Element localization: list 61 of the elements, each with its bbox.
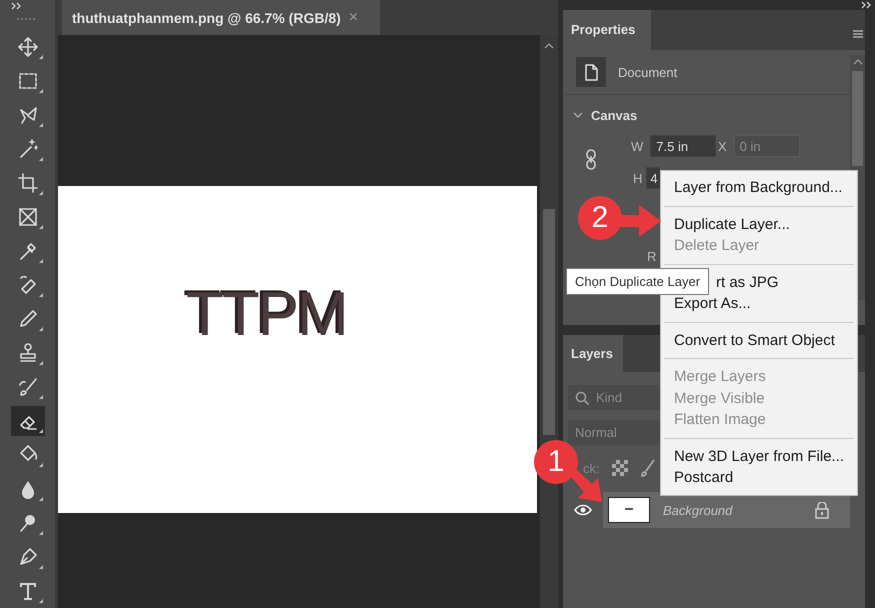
scroll-thumb[interactable] (852, 71, 863, 166)
marquee-icon (16, 70, 38, 92)
corner-icon (38, 463, 42, 467)
field-label: R (647, 249, 658, 264)
expand-icon[interactable] (11, 2, 21, 10)
menu-item[interactable]: Layer from Background... (661, 177, 857, 198)
grip-icon (17, 18, 37, 21)
field-label: X (718, 138, 727, 154)
search-icon (575, 391, 589, 405)
tooltip: Chọn Duplicate Layer (566, 268, 710, 295)
brush-icon (16, 376, 38, 398)
corner-icon (38, 55, 42, 59)
target-label: Document (618, 64, 678, 80)
layer-row[interactable]: Background (603, 492, 850, 528)
field-label: W (631, 138, 644, 154)
corner-icon (38, 123, 42, 127)
corner-icon (38, 395, 42, 399)
eye-icon[interactable] (574, 503, 592, 517)
document-title: thuthuatphanmem.png @ 66.7% (RGB/8) (72, 10, 341, 26)
layer-name: Background (663, 502, 732, 518)
section-title: Canvas (591, 108, 638, 122)
scroll-thumb[interactable] (543, 209, 555, 435)
corner-icon (38, 157, 42, 161)
layers-tab[interactable]: Layers (563, 335, 623, 372)
menu-item[interactable]: Postcard (661, 467, 857, 488)
input-field[interactable]: 4 (646, 167, 660, 189)
layer-thumbnail (608, 497, 650, 523)
document-tab[interactable]: thuthuatphanmem.png @ 66.7% (RGB/8) × (62, 0, 380, 35)
corner-icon (38, 259, 42, 263)
brush-icon[interactable] (640, 459, 656, 477)
corner-icon (38, 89, 42, 93)
lock-icon[interactable] (814, 502, 830, 518)
field-label: H (633, 170, 642, 186)
menu-item[interactable]: Convert to Smart Object (661, 330, 857, 351)
corner-icon (38, 531, 42, 535)
corner-icon (38, 225, 42, 229)
corner-icon (38, 565, 42, 569)
link-icon[interactable] (585, 149, 597, 170)
expand-icon[interactable] (861, 1, 871, 9)
menu-item[interactable]: New 3D Layer from File... (661, 446, 857, 467)
chevron-icon[interactable] (573, 112, 583, 118)
corner-icon (38, 293, 42, 297)
corner-icon (38, 327, 42, 331)
menu-item[interactable]: Export As... (661, 293, 857, 314)
document-icon (584, 64, 598, 80)
corner-icon (38, 191, 42, 195)
corner-icon (38, 361, 42, 365)
crop-icon (16, 172, 38, 194)
corner-icon (38, 497, 42, 501)
menu-icon[interactable] (853, 30, 863, 38)
scroll-up-icon[interactable] (544, 43, 554, 49)
eraser-tool-button[interactable] (10, 406, 44, 436)
frame-icon (16, 206, 38, 228)
properties-tab[interactable]: Properties (563, 10, 651, 50)
corner-icon (38, 429, 42, 433)
corner-icon (38, 599, 42, 603)
image-text: TTPM (186, 284, 347, 346)
scroll-up-icon[interactable] (852, 59, 862, 65)
input-field[interactable]: 7.5 in (650, 135, 716, 157)
move-icon (16, 36, 38, 58)
menu-item[interactable]: Duplicate Layer... (661, 214, 857, 235)
